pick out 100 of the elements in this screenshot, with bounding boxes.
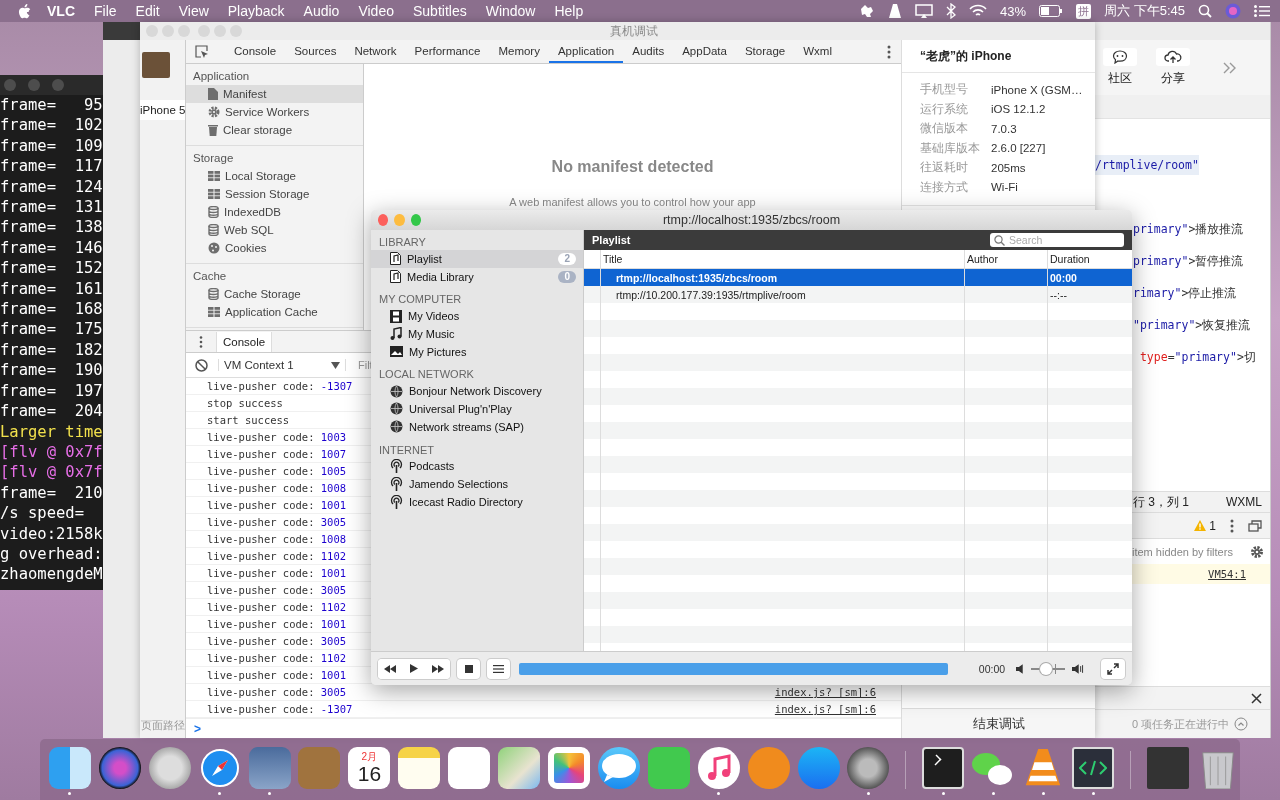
- calendar-icon[interactable]: 2月 16: [348, 747, 391, 789]
- clear-console-icon[interactable]: [195, 358, 208, 372]
- sidebar-item[interactable]: Media Library 0: [371, 267, 583, 286]
- sidebar-item[interactable]: Manifest: [186, 85, 363, 103]
- window-thumbnail-icon[interactable]: [1147, 747, 1189, 789]
- app-icon[interactable]: [548, 747, 590, 789]
- app-icon[interactable]: [498, 747, 541, 789]
- app-icon[interactable]: [48, 747, 91, 789]
- close-icon[interactable]: [1251, 692, 1262, 704]
- column-header[interactable]: Duration: [1048, 250, 1132, 268]
- menu-item[interactable]: Edit: [135, 3, 160, 19]
- sidebar-item[interactable]: Clear storage: [186, 121, 363, 139]
- sidebar-item[interactable]: Playlist 2: [371, 250, 583, 268]
- menu-item[interactable]: Audio: [303, 3, 340, 19]
- console-tab[interactable]: Console: [216, 331, 273, 352]
- app-icon[interactable]: [398, 747, 441, 789]
- sidebar-item[interactable]: Application Cache: [186, 303, 363, 321]
- sidebar-item[interactable]: Podcasts: [371, 457, 583, 476]
- menu-app-name[interactable]: VLC: [47, 3, 75, 19]
- settings-icon[interactable]: [1250, 544, 1264, 559]
- devtools-tab[interactable]: Sources: [285, 40, 346, 63]
- sidebar-item[interactable]: Service Workers: [186, 103, 363, 121]
- menu-clock[interactable]: 周六 下午5:45: [1104, 2, 1185, 20]
- playlist-row[interactable]: rtmp://localhost:1935/zbcs/room 00:00: [584, 269, 1132, 286]
- sidebar-item[interactable]: My Pictures: [371, 342, 583, 361]
- undock-icon[interactable]: [1248, 519, 1262, 532]
- app-icon[interactable]: [98, 747, 141, 789]
- devtools-tab[interactable]: Console: [225, 40, 286, 63]
- bluetooth-icon[interactable]: [946, 3, 957, 19]
- sidebar-item[interactable]: Universal Plug'n'Play: [371, 400, 583, 418]
- progress-bar[interactable]: [519, 662, 948, 675]
- devtools-tab[interactable]: Storage: [735, 40, 795, 63]
- sidebar-item[interactable]: Session Storage: [186, 185, 363, 203]
- sidebar-item[interactable]: My Videos: [371, 307, 583, 326]
- menu-item[interactable]: Help: [554, 3, 584, 19]
- sidebar-item[interactable]: Web SQL: [186, 221, 363, 239]
- apple-logo-icon[interactable]: [18, 3, 31, 19]
- app-icon[interactable]: [847, 747, 890, 789]
- playlist-row[interactable]: rtmp://10.200.177.39:1935/rtmplive/room --:--: [584, 286, 1132, 303]
- device-selector[interactable]: iPhone 5: [140, 100, 185, 120]
- source-link[interactable]: index.js? [sm]:6: [774, 686, 876, 698]
- menu-item[interactable]: File: [94, 3, 117, 19]
- input-method-indicator[interactable]: 拼: [1076, 3, 1092, 19]
- compass-icon[interactable]: [198, 747, 241, 789]
- menu-item[interactable]: View: [178, 3, 209, 19]
- terminal-icon[interactable]: [922, 747, 965, 789]
- devtools-tab[interactable]: Application: [548, 40, 624, 63]
- devtools-tab[interactable]: Performance: [405, 40, 490, 63]
- app-icon[interactable]: [148, 747, 191, 789]
- playlist-button[interactable]: [487, 658, 511, 679]
- sidebar-item[interactable]: Icecast Radio Directory: [371, 492, 583, 511]
- volume-slider[interactable]: [1030, 661, 1066, 676]
- sidebar-item[interactable]: Jamendo Selections: [371, 475, 583, 493]
- code-icon[interactable]: [1072, 747, 1115, 789]
- toolbar-button[interactable]: 分享: [1150, 48, 1196, 87]
- menu-item[interactable]: Playback: [227, 3, 285, 19]
- devtools-tab[interactable]: Audits: [623, 40, 674, 63]
- fullscreen-button[interactable]: [1100, 658, 1125, 679]
- context-dropdown[interactable]: VM Context 1: [218, 359, 346, 371]
- app-icon[interactable]: [448, 747, 491, 789]
- music-note-icon[interactable]: [697, 747, 740, 789]
- sidebar-item[interactable]: Cookies: [186, 239, 363, 257]
- toolbar-button[interactable]: 社区: [1097, 48, 1143, 87]
- double-chevron-icon[interactable]: [1223, 61, 1237, 74]
- devtools-tab[interactable]: Memory: [489, 40, 549, 63]
- end-debug-button[interactable]: 结束调试: [902, 708, 1095, 738]
- chevron-up-circle-icon[interactable]: [1234, 717, 1249, 731]
- console-prompt[interactable]: >: [194, 721, 201, 736]
- source-link[interactable]: VM54:1: [1208, 568, 1246, 580]
- sidebar-item[interactable]: My Music: [371, 325, 583, 343]
- menu-item[interactable]: Subtitles: [412, 3, 467, 19]
- more-vertical-icon[interactable]: [199, 335, 203, 348]
- warning-count[interactable]: 1: [1194, 518, 1216, 533]
- puzzle-icon[interactable]: [859, 3, 876, 19]
- devtools-tab[interactable]: Network: [345, 40, 406, 63]
- wifi-icon[interactable]: [969, 4, 988, 18]
- sidebar-item[interactable]: Network streams (SAP): [371, 417, 583, 436]
- battery-icon[interactable]: [1039, 5, 1064, 17]
- sidebar-item[interactable]: Local Storage: [186, 167, 363, 185]
- source-link[interactable]: index.js? [sm]:6: [774, 703, 876, 715]
- sidebar-item[interactable]: Cache Storage: [186, 285, 363, 303]
- menu-item[interactable]: Window: [485, 3, 536, 19]
- more-vertical-icon[interactable]: [1230, 518, 1234, 533]
- list-icon[interactable]: [1254, 5, 1270, 17]
- volume-low-icon[interactable]: [1016, 663, 1024, 674]
- sidebar-item[interactable]: IndexedDB: [186, 203, 363, 221]
- devtools-tab[interactable]: Wxml: [794, 40, 841, 63]
- language-label[interactable]: WXML: [1226, 495, 1262, 509]
- volume-high-icon[interactable]: [1072, 663, 1084, 674]
- sidebar-item[interactable]: Bonjour Network Discovery: [371, 382, 583, 401]
- traffic-cone-icon[interactable]: [888, 3, 903, 19]
- screen-mirroring-icon[interactable]: [915, 4, 934, 18]
- devtools-tab[interactable]: AppData: [673, 40, 736, 63]
- column-header[interactable]: Title: [601, 250, 965, 268]
- menu-item[interactable]: Video: [358, 3, 394, 19]
- speech-bubble-icon[interactable]: [597, 747, 640, 789]
- search-icon[interactable]: [1198, 4, 1212, 18]
- stop-button[interactable]: [457, 658, 481, 679]
- more-vertical-icon[interactable]: [887, 44, 891, 59]
- column-header[interactable]: Author: [965, 250, 1048, 268]
